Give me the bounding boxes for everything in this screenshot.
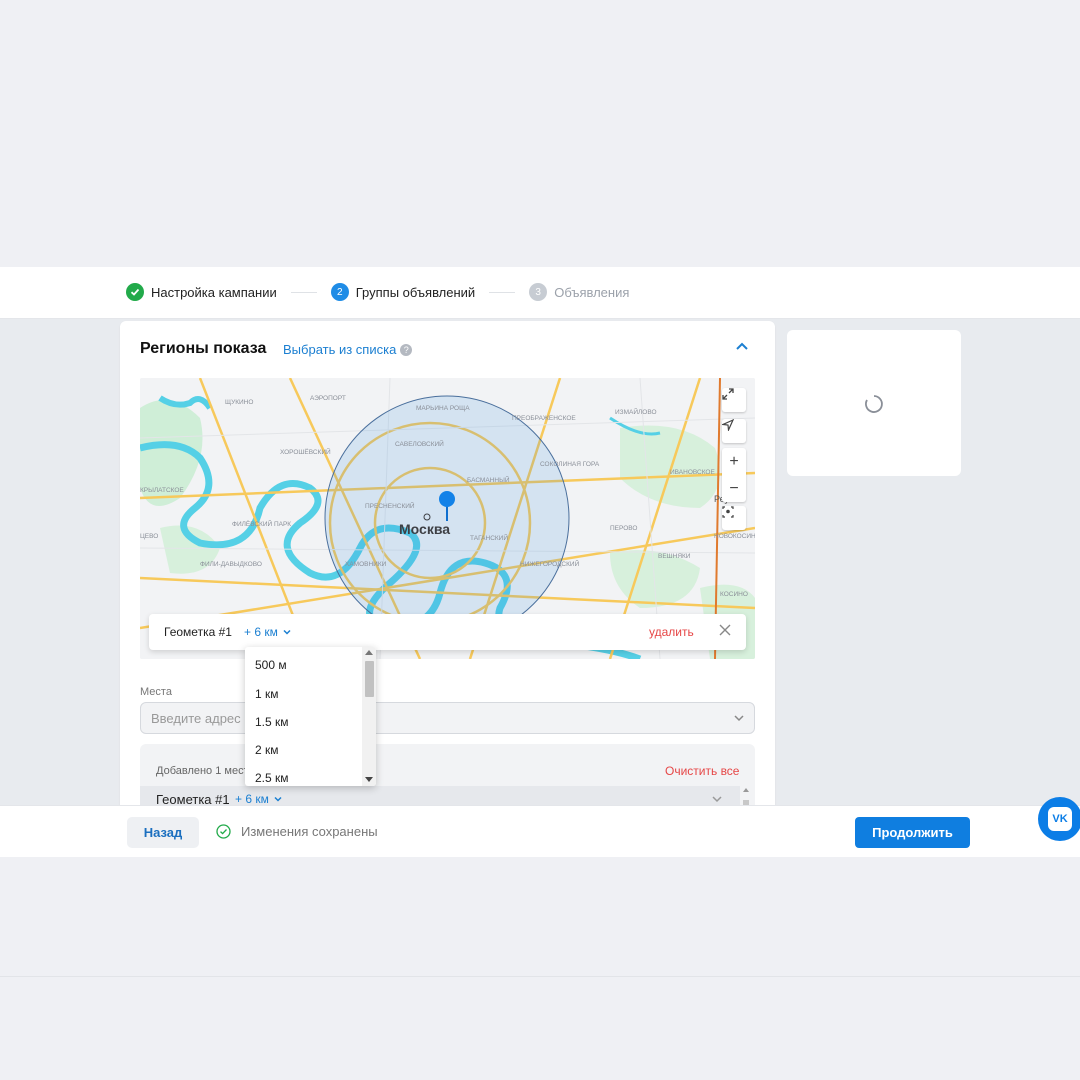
chevron-down-icon[interactable] (732, 711, 746, 725)
svg-text:ИВАНОВСКОЕ: ИВАНОВСКОЕ (670, 469, 715, 476)
scroll-down-icon[interactable] (365, 777, 373, 782)
radius-selector[interactable]: + 6 км (235, 792, 283, 805)
fullscreen-icon[interactable] (722, 388, 746, 412)
list-item[interactable]: Геометка #1 + 6 км (140, 786, 740, 805)
delete-geometry-link[interactable]: удалить (649, 625, 694, 639)
divider (0, 976, 1080, 977)
step-ads[interactable]: 3 Объявления (529, 283, 629, 301)
zoom-out-button[interactable]: − (722, 475, 746, 502)
svg-text:ХАМОВНИКИ: ХАМОВНИКИ (345, 561, 387, 568)
dropdown-option[interactable]: 1.5 км (255, 715, 289, 729)
step-number: 3 (529, 283, 548, 301)
svg-text:ЦЕВО: ЦЕВО (140, 533, 158, 540)
save-status-text: Изменения сохранены (241, 824, 378, 839)
svg-text:МАРЬИНА РОЩА: МАРЬИНА РОЩА (416, 405, 470, 412)
regions-title: Регионы показа (140, 340, 267, 357)
chevron-down-icon (283, 629, 291, 635)
svg-text:ПРЕСНЕНСКИЙ: ПРЕСНЕНСКИЙ (365, 501, 415, 510)
radius-value: + 6 км (235, 792, 269, 805)
choose-from-list-link[interactable]: Выбрать из списка ? (283, 342, 413, 357)
geometry-name: Геометка #1 (156, 792, 230, 805)
dropdown-option[interactable]: 1 км (255, 687, 279, 701)
step-divider (489, 291, 516, 293)
choose-from-list-label: Выбрать из списка (283, 342, 397, 357)
geometry-name: Геометка #1 (164, 625, 232, 639)
step-label: Объявления (554, 284, 630, 300)
save-status: Изменения сохранены (216, 824, 378, 839)
svg-text:ИЗМАЙЛОВО: ИЗМАЙЛОВО (615, 407, 657, 416)
svg-text:ХОРОШЁВСКИЙ: ХОРОШЁВСКИЙ (280, 447, 331, 456)
svg-text:КОСИНО: КОСИНО (720, 591, 748, 598)
svg-text:ТАГАНСКИЙ: ТАГАНСКИЙ (470, 533, 508, 542)
svg-text:ПРЕОБРАЖЕНСКОЕ: ПРЕОБРАЖЕНСКОЕ (512, 415, 576, 422)
geometry-bar: Геометка #1 + 6 км удалить (149, 614, 746, 650)
stepper-bar: Настройка кампании 2 Группы объявлений 3… (0, 267, 1080, 319)
back-button[interactable]: Назад (127, 817, 199, 848)
regions-card: Регионы показа Выбрать из списка ? ЩУКИН… (120, 321, 775, 805)
step-divider (290, 291, 317, 293)
svg-text:НИЖЕГОРОДСКИЙ: НИЖЕГОРОДСКИЙ (520, 559, 580, 568)
step-label: Группы объявлений (355, 284, 476, 300)
check-circle-icon (216, 824, 231, 839)
vk-logo-icon: VK (1048, 807, 1072, 831)
chevron-down-icon (274, 796, 282, 802)
footer-bar: Назад Изменения сохранены Продолжить (0, 805, 1080, 857)
close-icon[interactable] (717, 622, 733, 638)
place-marker-icon[interactable] (722, 506, 746, 530)
zoom-control: + − (722, 448, 746, 502)
continue-button[interactable]: Продолжить (855, 817, 970, 848)
loading-spinner-icon (865, 395, 883, 413)
scrollbar[interactable] (741, 786, 751, 805)
svg-text:СОКОЛИНАЯ ГОРА: СОКОЛИНАЯ ГОРА (540, 461, 600, 468)
dropdown-scrollbar[interactable] (362, 647, 376, 786)
added-count-label: Добавлено 1 место (156, 765, 255, 777)
dropdown-option[interactable]: 500 м (255, 658, 287, 672)
help-icon[interactable]: ? (400, 343, 413, 356)
places-field[interactable] (140, 702, 755, 734)
dropdown-option[interactable]: 2.5 км (255, 771, 289, 785)
zoom-in-button[interactable]: + (722, 448, 746, 475)
work-area: Регионы показа Выбрать из списка ? ЩУКИН… (0, 319, 1080, 805)
svg-text:ФИЛИ-ДАВЫДКОВО: ФИЛИ-ДАВЫДКОВО (200, 561, 262, 568)
step-campaign-settings[interactable]: Настройка кампании (126, 283, 277, 301)
radius-value: + 6 км (244, 625, 278, 639)
check-icon (126, 283, 144, 301)
places-label: Места (140, 686, 172, 698)
chevron-down-icon[interactable] (710, 792, 724, 805)
scroll-up-icon[interactable] (365, 650, 373, 655)
svg-text:НОВОКОСИНО: НОВОКОСИНО (714, 533, 755, 540)
step-ad-groups[interactable]: 2 Группы объявлений (330, 283, 476, 301)
places-input[interactable] (141, 703, 701, 733)
radius-selector[interactable]: + 6 км (244, 625, 292, 639)
scroll-thumb[interactable] (365, 661, 374, 697)
svg-text:ВЕШНЯКИ: ВЕШНЯКИ (658, 553, 691, 560)
stepper: Настройка кампании 2 Группы объявлений 3… (126, 283, 629, 301)
svg-text:КРЫЛАТСКОЕ: КРЫЛАТСКОЕ (140, 487, 184, 494)
svg-text:БАСМАННЫЙ: БАСМАННЫЙ (467, 475, 510, 484)
dropdown-option[interactable]: 2 км (255, 743, 279, 757)
clear-all-link[interactable]: Очистить все (665, 764, 739, 778)
svg-text:Москва: Москва (399, 521, 450, 537)
geolocation-icon[interactable] (722, 419, 746, 443)
preview-card (787, 330, 961, 476)
svg-text:ПЕРОВО: ПЕРОВО (610, 525, 637, 532)
svg-text:САВЕЛОВСКИЙ: САВЕЛОВСКИЙ (395, 439, 444, 448)
vk-chat-button[interactable]: VK (1038, 797, 1080, 841)
chevron-up-icon[interactable] (734, 339, 750, 355)
svg-text:АЭРОПОРТ: АЭРОПОРТ (310, 395, 346, 402)
svg-text:ЩУКИНО: ЩУКИНО (225, 399, 253, 406)
added-places: Добавлено 1 место Очистить все Геометка … (140, 744, 755, 805)
radius-dropdown: 500 м 1 км 1.5 км 2 км 2.5 км (245, 647, 376, 786)
step-number: 2 (330, 283, 349, 301)
svg-text:ФИЛЁВСКИЙ ПАРК: ФИЛЁВСКИЙ ПАРК (232, 519, 291, 528)
step-label: Настройка кампании (151, 284, 277, 300)
